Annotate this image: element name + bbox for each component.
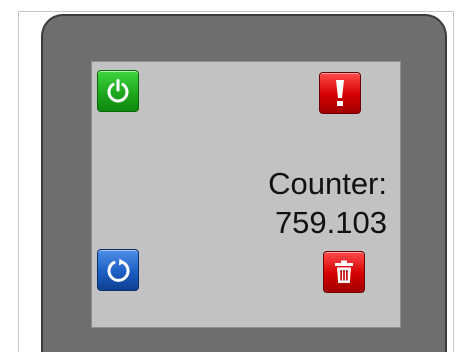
counter-label: Counter: — [268, 166, 387, 201]
refresh-icon — [107, 258, 130, 282]
power-button[interactable] — [97, 70, 139, 112]
counter-value: 759.103 — [274, 205, 387, 240]
delete-button[interactable] — [323, 251, 365, 293]
exclamation-icon — [336, 80, 344, 106]
power-icon — [107, 79, 129, 103]
trash-icon — [335, 260, 353, 283]
alert-button[interactable] — [319, 72, 361, 114]
refresh-button[interactable] — [97, 249, 139, 291]
